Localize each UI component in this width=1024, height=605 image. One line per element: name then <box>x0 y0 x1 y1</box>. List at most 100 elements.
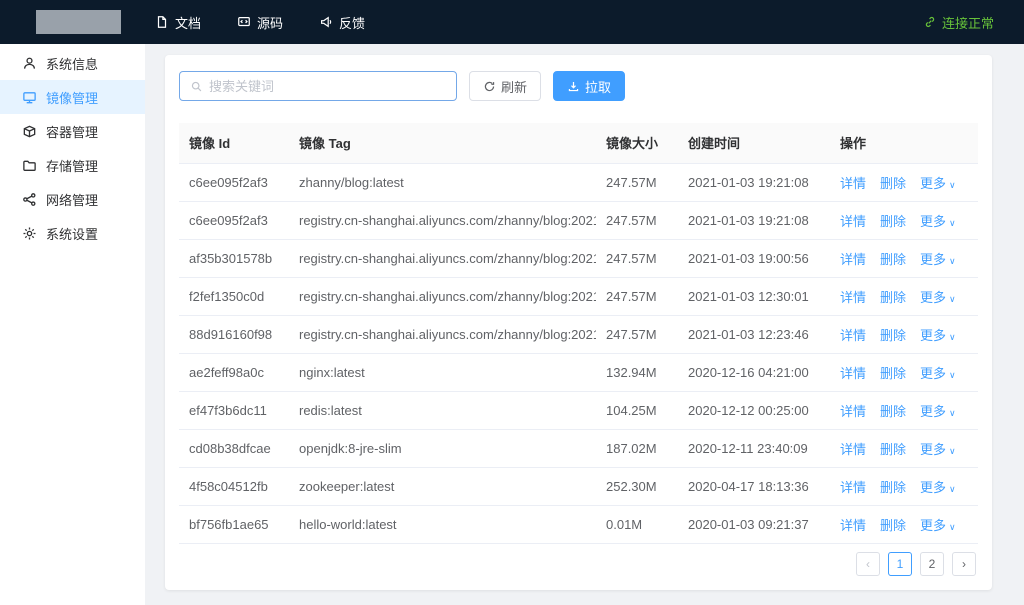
created-time-cell: 2020-12-11 23:40:09 <box>678 429 830 467</box>
table-row: ef47f3b6dc11redis:latest104.25M2020-12-1… <box>179 391 978 429</box>
chevron-down-icon: ∨ <box>949 522 956 532</box>
table-header-row: 镜像 Id 镜像 Tag 镜像大小 创建时间 操作 <box>179 123 978 163</box>
actions-cell: 详情删除更多∨ <box>830 163 978 201</box>
link-icon <box>923 15 937 29</box>
more-dropdown[interactable]: 更多∨ <box>920 176 956 191</box>
delete-link[interactable]: 删除 <box>880 328 906 343</box>
actions-cell: 详情删除更多∨ <box>830 467 978 505</box>
sidebar-item-container-management[interactable]: 容器管理 <box>0 114 145 148</box>
more-dropdown[interactable]: 更多∨ <box>920 214 956 229</box>
detail-link[interactable]: 详情 <box>840 252 866 267</box>
more-dropdown[interactable]: 更多∨ <box>920 252 956 267</box>
actions-cell: 详情删除更多∨ <box>830 353 978 391</box>
connection-status[interactable]: 连接正常 <box>923 13 994 32</box>
image-id-cell: cd08b38dfcae <box>179 429 289 467</box>
nav-source[interactable]: 源码 <box>237 13 283 32</box>
detail-link[interactable]: 详情 <box>840 480 866 495</box>
image-tag-cell: registry.cn-shanghai.aliyuncs.com/zhanny… <box>289 239 596 277</box>
image-id-cell: 88d916160f98 <box>179 315 289 353</box>
detail-link[interactable]: 详情 <box>840 214 866 229</box>
table-row: 4f58c04512fbzookeeper:latest252.30M2020-… <box>179 467 978 505</box>
gear-icon <box>22 226 37 241</box>
delete-link[interactable]: 删除 <box>880 252 906 267</box>
image-id-cell: ae2feff98a0c <box>179 353 289 391</box>
image-id-cell: ef47f3b6dc11 <box>179 391 289 429</box>
sidebar-item-system-settings[interactable]: 系统设置 <box>0 216 145 250</box>
more-dropdown[interactable]: 更多∨ <box>920 518 956 533</box>
delete-link[interactable]: 删除 <box>880 480 906 495</box>
image-size-cell: 247.57M <box>596 277 678 315</box>
image-size-cell: 247.57M <box>596 239 678 277</box>
more-dropdown[interactable]: 更多∨ <box>920 290 956 305</box>
image-id-cell: af35b301578b <box>179 239 289 277</box>
created-time-cell: 2021-01-03 19:21:08 <box>678 201 830 239</box>
chevron-right-icon: › <box>962 557 966 571</box>
image-size-cell: 104.25M <box>596 391 678 429</box>
logo <box>36 10 121 34</box>
image-id-cell: f2fef1350c0d <box>179 277 289 315</box>
created-time-cell: 2021-01-03 19:00:56 <box>678 239 830 277</box>
sidebar-item-network-management[interactable]: 网络管理 <box>0 182 145 216</box>
search-input[interactable] <box>209 79 446 94</box>
document-icon <box>155 15 169 29</box>
table-row: c6ee095f2af3zhanny/blog:latest247.57M202… <box>179 163 978 201</box>
image-table-body: c6ee095f2af3zhanny/blog:latest247.57M202… <box>179 163 978 543</box>
sidebar-item-label: 存储管理 <box>46 156 98 175</box>
container-icon <box>22 124 37 139</box>
delete-link[interactable]: 删除 <box>880 290 906 305</box>
page-button-2[interactable]: 2 <box>920 552 944 576</box>
more-dropdown[interactable]: 更多∨ <box>920 442 956 457</box>
actions-cell: 详情删除更多∨ <box>830 429 978 467</box>
more-dropdown[interactable]: 更多∨ <box>920 480 956 495</box>
table-row: bf756fb1ae65hello-world:latest0.01M2020-… <box>179 505 978 543</box>
header-image-id: 镜像 Id <box>179 123 289 163</box>
delete-link[interactable]: 删除 <box>880 442 906 457</box>
chevron-down-icon: ∨ <box>949 446 956 456</box>
image-id-cell: c6ee095f2af3 <box>179 163 289 201</box>
sidebar-item-system-info[interactable]: 系统信息 <box>0 46 145 80</box>
created-time-cell: 2020-12-12 00:25:00 <box>678 391 830 429</box>
feedback-icon <box>319 15 333 29</box>
detail-link[interactable]: 详情 <box>840 176 866 191</box>
detail-link[interactable]: 详情 <box>840 442 866 457</box>
connection-status-label: 连接正常 <box>942 13 994 32</box>
delete-link[interactable]: 删除 <box>880 214 906 229</box>
image-tag-cell: openjdk:8-jre-slim <box>289 429 596 467</box>
delete-link[interactable]: 删除 <box>880 176 906 191</box>
detail-link[interactable]: 详情 <box>840 328 866 343</box>
image-tag-cell: redis:latest <box>289 391 596 429</box>
prev-page-button[interactable]: ‹ <box>856 552 880 576</box>
detail-link[interactable]: 详情 <box>840 366 866 381</box>
detail-link[interactable]: 详情 <box>840 290 866 305</box>
sidebar-item-image-management[interactable]: 镜像管理 <box>0 80 145 114</box>
chevron-down-icon: ∨ <box>949 484 956 494</box>
image-size-cell: 252.30M <box>596 467 678 505</box>
more-dropdown[interactable]: 更多∨ <box>920 328 956 343</box>
detail-link[interactable]: 详情 <box>840 518 866 533</box>
image-size-cell: 0.01M <box>596 505 678 543</box>
pull-button[interactable]: 拉取 <box>553 71 625 101</box>
nav-docs[interactable]: 文档 <box>155 13 201 32</box>
image-tag-cell: hello-world:latest <box>289 505 596 543</box>
detail-link[interactable]: 详情 <box>840 404 866 419</box>
code-icon <box>237 15 251 29</box>
delete-link[interactable]: 删除 <box>880 518 906 533</box>
created-time-cell: 2021-01-03 19:21:08 <box>678 163 830 201</box>
next-page-button[interactable]: › <box>952 552 976 576</box>
more-dropdown[interactable]: 更多∨ <box>920 366 956 381</box>
page-button-1[interactable]: 1 <box>888 552 912 576</box>
sidebar-item-storage-management[interactable]: 存储管理 <box>0 148 145 182</box>
delete-link[interactable]: 删除 <box>880 404 906 419</box>
image-id-cell: bf756fb1ae65 <box>179 505 289 543</box>
refresh-button[interactable]: 刷新 <box>469 71 541 101</box>
created-time-cell: 2020-01-03 09:21:37 <box>678 505 830 543</box>
chevron-down-icon: ∨ <box>949 218 956 228</box>
pagination: ‹ 1 2 › <box>856 552 976 576</box>
nav-feedback[interactable]: 反馈 <box>319 13 365 32</box>
chevron-down-icon: ∨ <box>949 408 956 418</box>
table-row: ae2feff98a0cnginx:latest132.94M2020-12-1… <box>179 353 978 391</box>
delete-link[interactable]: 删除 <box>880 366 906 381</box>
sidebar-item-label: 系统信息 <box>46 54 98 73</box>
actions-cell: 详情删除更多∨ <box>830 277 978 315</box>
more-dropdown[interactable]: 更多∨ <box>920 404 956 419</box>
